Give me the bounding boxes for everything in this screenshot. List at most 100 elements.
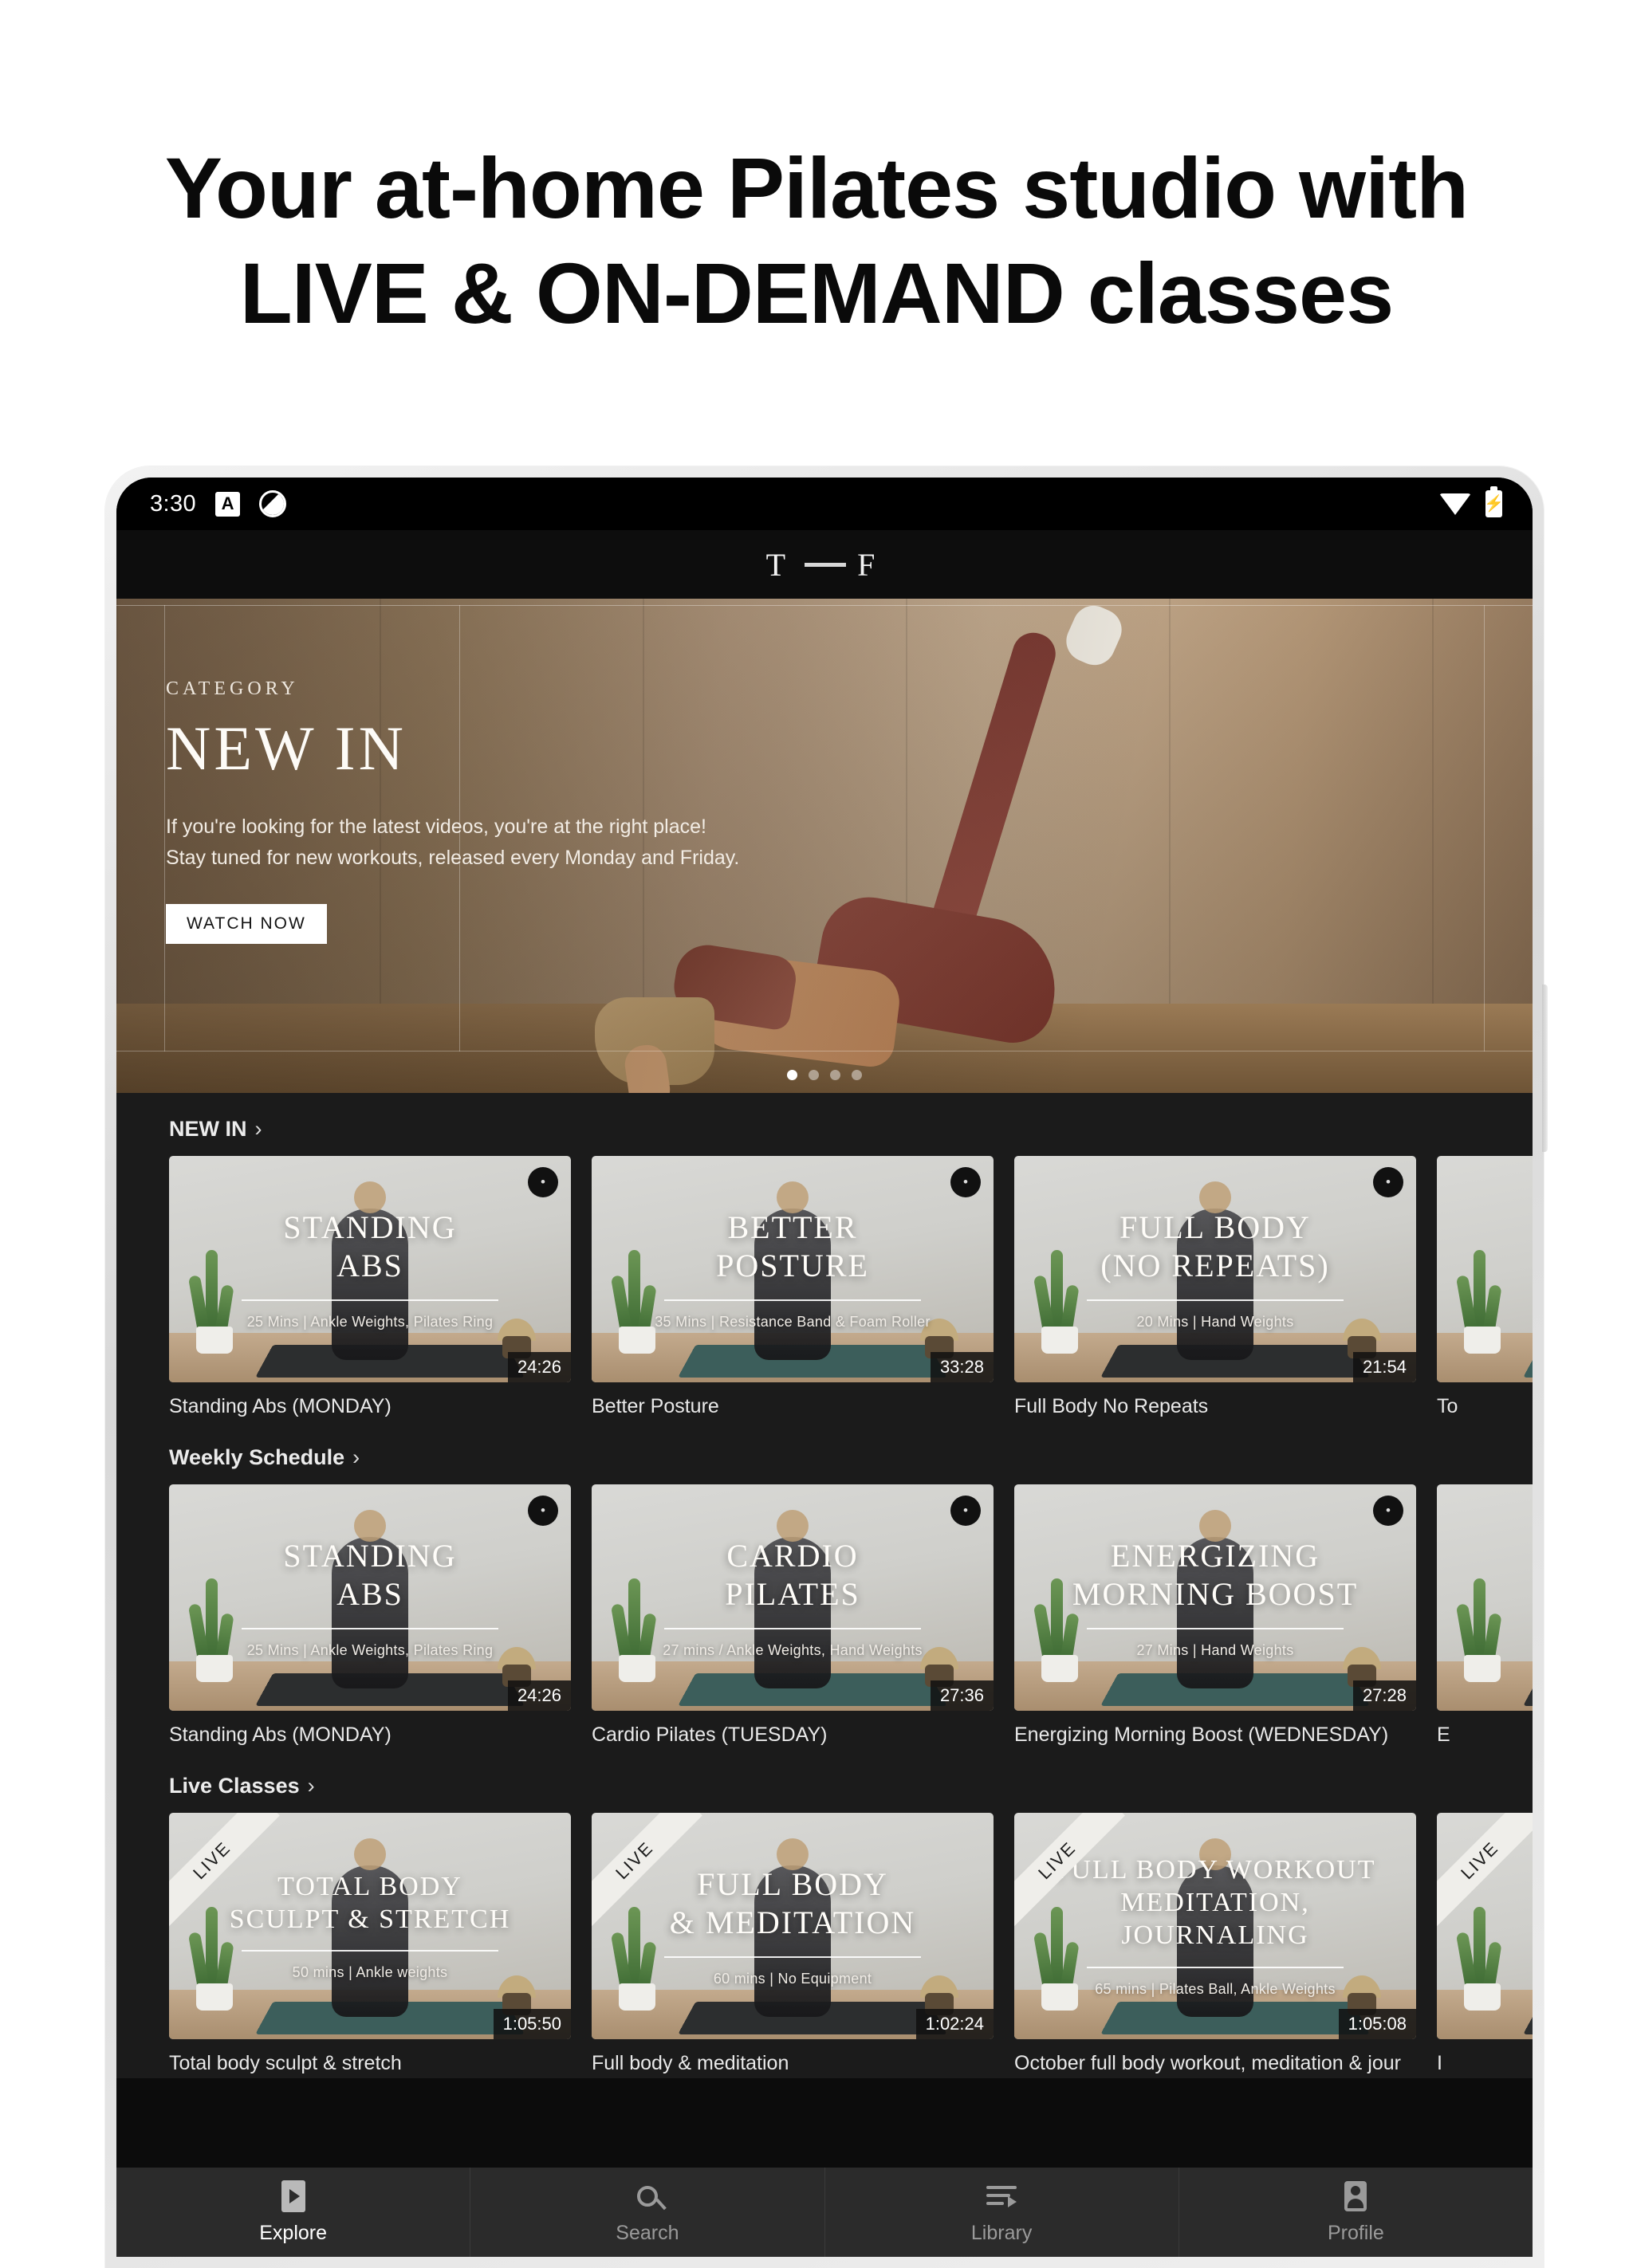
video-thumbnail[interactable]: LIVE	[1437, 1813, 1533, 2039]
search-icon	[636, 2180, 658, 2212]
video-card[interactable]: ENERGIZING MORNING BOOST 27 Mins | Hand We…	[1014, 1484, 1416, 1747]
live-badge: LIVE	[1014, 1813, 1134, 1932]
thumbnail-overlay: BETTER POSTURE 35 Mins | Resistance Band &…	[592, 1156, 994, 1382]
nav-item-explore[interactable]: Explore	[116, 2168, 471, 2257]
headline-line-2: LIVE & ON-DEMAND classes	[239, 244, 1394, 341]
video-card[interactable]: STANDING ABS 25 Mins | Ankle Weights, Pila…	[169, 1484, 571, 1747]
video-thumbnail[interactable]: FULL BODY (NO REPEATS) 20 Mins | Hand Weig…	[1014, 1156, 1416, 1382]
logo-letter-f: F	[857, 546, 883, 583]
content-area: NEW IN › STANDING ABS 25 Mins | Ankle Weight…	[116, 1093, 1533, 2078]
hero-subtitle-line-2: Stay tuned for new workouts, released ev…	[166, 847, 740, 869]
overlay-divider	[241, 1950, 499, 1952]
duration-badge: 24:26	[507, 1352, 571, 1382]
overlay-divider	[663, 1627, 922, 1629]
video-card[interactable]: FULL BODY & MEDITATION 60 mins | No Equipm…	[592, 1813, 994, 2075]
overlay-title-line: MORNING BOOST	[1072, 1575, 1359, 1612]
video-thumbnail[interactable]: FULL BODY WORKOUT MEDITATION, JOURNALING 6…	[1014, 1813, 1416, 2039]
headline-line-1: Your at-home Pilates studio with	[164, 140, 1469, 236]
hero-banner[interactable]: CATEGORY NEW IN If you're looking for th…	[116, 599, 1533, 1093]
video-thumbnail[interactable]	[1437, 1156, 1533, 1382]
overlay-divider	[1086, 1966, 1344, 1968]
section-live-classes: Live Classes › TOTAL BODY SCULPT & STRETCH 5…	[116, 1750, 1533, 2078]
overlay-divider	[241, 1299, 499, 1301]
do-not-disturb-icon	[259, 490, 287, 517]
card-rail[interactable]: STANDING ABS 25 Mins | Ankle Weights, Pila…	[116, 1156, 1533, 1418]
video-thumbnail[interactable]: ENERGIZING MORNING BOOST 27 Mins | Hand We…	[1014, 1484, 1416, 1711]
logo-letter-t: T	[765, 546, 794, 583]
video-card[interactable]: STANDING ABS 25 Mins | Ankle Weights, Pila…	[169, 1156, 571, 1418]
lock-icon: •	[950, 1167, 981, 1197]
video-thumbnail[interactable]: BETTER POSTURE 35 Mins | Resistance Band &…	[592, 1156, 994, 1382]
carousel-dot-2[interactable]	[809, 1070, 819, 1080]
overlay-meta: 50 mins | Ankle weights	[292, 1964, 448, 1981]
overlay-title-line: (NO REPEATS)	[1100, 1247, 1330, 1283]
duration-badge: 1:05:50	[493, 2009, 571, 2039]
video-thumbnail[interactable]: FULL BODY & MEDITATION 60 mins | No Equipm…	[592, 1813, 994, 2039]
hero-copy: CATEGORY NEW IN If you're looking for th…	[166, 678, 739, 944]
tablet-screen: 3:30 A ⚡ T F CATEGORY NEW IN If you're l…	[116, 478, 1533, 2257]
video-card-title: Energizing Morning Boost (WEDNESDAY)	[1014, 1724, 1389, 1746]
live-badge: LIVE	[1437, 1813, 1533, 1932]
section-header[interactable]: Weekly Schedule ›	[116, 1445, 1533, 1470]
section-title: Live Classes	[169, 1774, 300, 1798]
carousel-dot-4[interactable]	[852, 1070, 862, 1080]
duration-badge: 24:26	[507, 1680, 571, 1711]
video-card[interactable]: FULL BODY (NO REPEATS) 20 Mins | Hand Weig…	[1014, 1156, 1416, 1418]
watch-now-button[interactable]: WATCH NOW	[166, 904, 327, 944]
wifi-icon	[1439, 493, 1471, 515]
video-card-title: Better Posture	[592, 1395, 719, 1417]
video-card[interactable]: LIVE I	[1437, 1813, 1533, 2075]
video-card[interactable]: E	[1437, 1484, 1533, 1747]
video-thumbnail[interactable]: STANDING ABS 25 Mins | Ankle Weights, Pila…	[169, 1156, 571, 1382]
video-thumbnail[interactable]: TOTAL BODY SCULPT & STRETCH 50 mins | Ankl…	[169, 1813, 571, 2039]
hero-rule-top	[116, 605, 1533, 606]
thumb-plant	[1455, 1578, 1507, 1682]
section-title: Weekly Schedule	[169, 1445, 345, 1469]
live-badge-label: LIVE	[169, 1813, 280, 1928]
profile-icon	[1344, 2180, 1367, 2212]
overlay-title-line: POSTURE	[716, 1247, 869, 1283]
video-card[interactable]: TOTAL BODY SCULPT & STRETCH 50 mins | Ankl…	[169, 1813, 571, 2075]
overlay-title-line: TOTAL BODY	[277, 1871, 462, 1901]
lock-icon: •	[528, 1167, 558, 1197]
app-header: T F	[116, 530, 1533, 599]
thumbnail-overlay: FULL BODY (NO REPEATS) 20 Mins | Hand Weig…	[1014, 1156, 1416, 1382]
duration-badge: 27:36	[930, 1680, 994, 1711]
carousel-dot-1[interactable]	[787, 1070, 797, 1080]
carousel-dots[interactable]	[116, 1070, 1533, 1080]
chevron-right-icon: ›	[254, 1117, 262, 1141]
video-card[interactable]: To	[1437, 1156, 1533, 1418]
section-header[interactable]: Live Classes ›	[116, 1774, 1533, 1798]
video-card-title: Cardio Pilates (TUESDAY)	[592, 1724, 828, 1746]
video-card-title: To	[1437, 1395, 1458, 1417]
duration-badge: 1:02:24	[915, 2009, 994, 2039]
video-thumbnail[interactable]: STANDING ABS 25 Mins | Ankle Weights, Pila…	[169, 1484, 571, 1711]
power-button[interactable]	[1542, 985, 1548, 1152]
video-card[interactable]: FULL BODY WORKOUT MEDITATION, JOURNALING 6…	[1014, 1813, 1416, 2075]
section-new-in: NEW IN › STANDING ABS 25 Mins | Ankle Weight…	[116, 1093, 1533, 1421]
live-badge-label: LIVE	[1437, 1813, 1533, 1928]
video-thumbnail[interactable]	[1437, 1484, 1533, 1711]
library-icon	[986, 2180, 1017, 2212]
nav-item-library[interactable]: Library	[825, 2168, 1179, 2257]
nav-item-label: Explore	[259, 2221, 327, 2244]
nav-item-search[interactable]: Search	[470, 2168, 825, 2257]
overlay-meta: 25 Mins | Ankle Weights, Pilates Ring	[246, 1313, 494, 1330]
video-card-title: I	[1437, 2052, 1442, 2074]
video-card[interactable]: BETTER POSTURE 35 Mins | Resistance Band &…	[592, 1156, 994, 1418]
card-rail[interactable]: STANDING ABS 25 Mins | Ankle Weights, Pila…	[116, 1484, 1533, 1747]
video-thumbnail[interactable]: CARDIO PILATES 27 mins / Ankle Weights, Ha…	[592, 1484, 994, 1711]
section-header[interactable]: NEW IN ›	[116, 1117, 1533, 1142]
nav-item-profile[interactable]: Profile	[1179, 2168, 1533, 2257]
overlay-meta: 25 Mins | Ankle Weights, Pilates Ring	[246, 1641, 494, 1658]
video-card-title: October full body workout, meditation & …	[1014, 2052, 1401, 2074]
card-rail[interactable]: TOTAL BODY SCULPT & STRETCH 50 mins | Ankl…	[116, 1813, 1533, 2075]
tablet-device-frame: 3:30 A ⚡ T F CATEGORY NEW IN If you're l…	[105, 466, 1548, 2268]
app-logo[interactable]: T F	[766, 546, 883, 584]
overlay-meta: 27 mins / Ankle Weights, Hand Weights	[663, 1641, 923, 1658]
video-card-title: Full body & meditation	[592, 2052, 789, 2074]
overlay-divider	[1086, 1627, 1344, 1629]
carousel-dot-3[interactable]	[830, 1070, 840, 1080]
video-card[interactable]: CARDIO PILATES 27 mins / Ankle Weights, Ha…	[592, 1484, 994, 1747]
hero-subtitle-line-1: If you're looking for the latest videos,…	[166, 816, 706, 838]
